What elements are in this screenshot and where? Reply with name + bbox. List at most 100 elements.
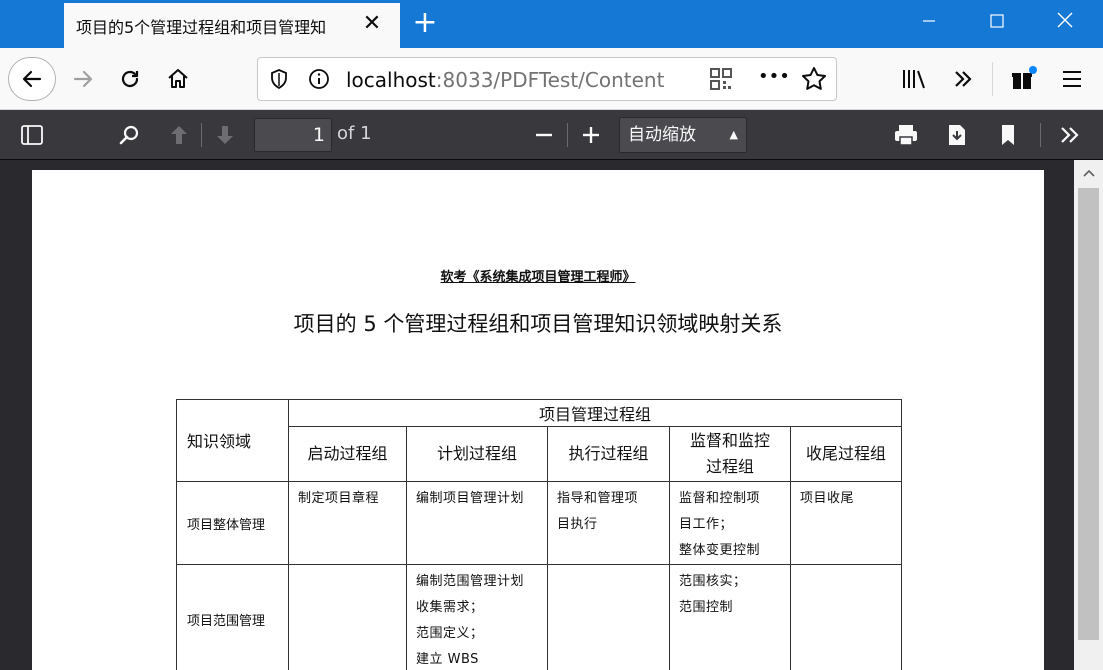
cell-line: 目执行: [557, 517, 598, 532]
column-header-line: 监督和监控 过程组: [670, 428, 790, 480]
table-cell: 编制项目管理计划: [406, 481, 548, 565]
tab-close-icon[interactable]: ✕: [360, 12, 384, 36]
pdf-toolbar: 1 of 1 自动缩放 ▲: [0, 111, 1103, 160]
table-cell: 监督和控制项 目工作； 整体变更控制: [669, 481, 791, 565]
cell-line: 项目收尾: [800, 491, 855, 506]
page-number-input[interactable]: 1: [254, 118, 332, 152]
double-chevron-right-icon: [955, 71, 972, 87]
cell-line: 范围定义；: [416, 626, 484, 641]
row-area: 项目范围管理: [176, 564, 289, 670]
pdf-page: 软考《系统集成项目管理工程师》 项目的 5 个管理过程组和项目管理知识领域映射关…: [32, 170, 1044, 670]
area-header: 知识领域: [176, 399, 289, 482]
cell-line: 监督和控制项: [679, 491, 761, 506]
table-cell: 范围核实； 范围控制: [669, 564, 791, 670]
vertical-scrollbar[interactable]: [1074, 160, 1103, 670]
tab-bar: 项目的5个管理过程组和项目管理知 ✕ +: [0, 0, 1103, 48]
cell-line: 范围控制: [679, 600, 734, 615]
cell-line: 编制项目管理计划: [416, 491, 525, 506]
arrow-down-icon: [217, 126, 233, 144]
zoom-select[interactable]: 自动缩放 ▲: [619, 117, 747, 153]
table-cell: [547, 564, 670, 670]
maximize-icon: [990, 14, 1004, 28]
document-header-text: 软考《系统集成项目管理工程师》: [440, 270, 636, 285]
table-row: 项目整体管理 制定项目章程 编制项目管理计划 指导和管理项 目执行 监督和控制项目…: [176, 481, 902, 565]
table-cell: [790, 564, 902, 670]
printer-icon: [895, 125, 917, 146]
previous-page-button[interactable]: [164, 121, 194, 149]
extension-button[interactable]: [1006, 62, 1040, 96]
table-cell: 编制范围管理计划 收集需求； 范围定义； 建立 WBS: [406, 564, 548, 670]
scroll-up-arrow-icon[interactable]: [1074, 160, 1103, 186]
zoom-in-button[interactable]: [576, 121, 606, 149]
sidebar-icon: [21, 125, 43, 145]
navigation-bar: localhost:8033/PDFTest/Content •••: [0, 48, 1103, 110]
url-text[interactable]: localhost:8033/PDFTest/Content: [346, 68, 666, 92]
bookmark-star-icon[interactable]: [801, 66, 827, 96]
back-button[interactable]: [8, 57, 56, 101]
cell-line: 整体变更控制: [679, 543, 761, 558]
close-window-button[interactable]: [1031, 0, 1099, 48]
document-header: 软考《系统集成项目管理工程师》: [32, 266, 1044, 285]
scrollbar-thumb[interactable]: [1078, 188, 1099, 640]
nav-divider: [992, 62, 993, 96]
column-header: 启动过程组: [288, 426, 407, 482]
home-button[interactable]: [161, 62, 195, 96]
minimize-icon: [923, 20, 935, 22]
reload-button[interactable]: [113, 62, 147, 96]
tab-title: 项目的5个管理过程组和项目管理知: [76, 17, 327, 37]
zoom-out-button[interactable]: [529, 121, 559, 149]
page-actions-icon[interactable]: •••: [758, 66, 790, 87]
cell-line: 收集需求；: [416, 600, 484, 615]
maximize-button[interactable]: [963, 0, 1031, 48]
minus-icon: [536, 133, 552, 137]
tab-active[interactable]: 项目的5个管理过程组和项目管理知 ✕: [64, 3, 400, 48]
library-button[interactable]: [897, 62, 931, 96]
minimize-button[interactable]: [895, 0, 963, 48]
zoom-value: 自动缩放: [628, 125, 696, 145]
new-tab-button[interactable]: +: [410, 7, 440, 41]
menu-button[interactable]: [1055, 62, 1089, 96]
arrow-up-icon: [171, 126, 187, 144]
info-icon[interactable]: [308, 68, 330, 94]
document-title: 项目的 5 个管理过程组和项目管理知识领域映射关系: [293, 312, 783, 336]
print-button[interactable]: [891, 121, 921, 149]
next-page-button[interactable]: [210, 121, 240, 149]
url-bar[interactable]: localhost:8033/PDFTest/Content •••: [257, 57, 837, 101]
gift-icon: [1012, 66, 1037, 89]
page-count-label: of 1: [337, 123, 372, 144]
cell-line: 制定项目章程: [298, 491, 380, 506]
cell-line: 目工作；: [679, 517, 734, 532]
close-icon: [1057, 12, 1073, 28]
column-header-line: 过程组: [705, 457, 754, 477]
arrow-right-icon: [73, 70, 93, 88]
pdf-viewer[interactable]: 软考《系统集成项目管理工程师》 项目的 5 个管理过程组和项目管理知识领域映射关…: [0, 160, 1074, 670]
group-header: 项目管理过程组: [288, 398, 902, 428]
plus-icon: [583, 127, 599, 143]
table-cell: 指导和管理项 目执行: [547, 481, 670, 565]
qr-code-icon[interactable]: [710, 68, 732, 94]
cell-line: 范围核实；: [679, 574, 747, 589]
table-row: 项目范围管理 编制范围管理计划 收集需求； 范围定义； 建立 WBS 范围核实； 范围控…: [176, 564, 902, 670]
shield-icon[interactable]: [268, 68, 290, 94]
download-button[interactable]: [942, 121, 972, 149]
mapping-table: 知识领域 项目管理过程组 启动过程组 计划过程组 执行过程组 监督和监控 过程组 …: [176, 398, 902, 670]
column-header: 收尾过程组: [790, 426, 902, 482]
tools-button[interactable]: [1055, 121, 1085, 149]
home-icon: [168, 69, 188, 88]
overflow-button[interactable]: [946, 62, 980, 96]
cell-line: 建立 WBS: [416, 652, 479, 667]
url-host: localhost: [346, 68, 436, 92]
table-cell: [288, 564, 407, 670]
arrow-left-icon: [22, 70, 42, 88]
hamburger-menu-icon: [1063, 71, 1081, 87]
forward-button[interactable]: [66, 62, 100, 96]
find-button[interactable]: [114, 121, 144, 149]
sidebar-toggle-button[interactable]: [17, 121, 47, 149]
cell-line: 编制范围管理计划: [416, 574, 525, 589]
column-header: 执行过程组: [547, 426, 670, 482]
bookmark-button[interactable]: [993, 121, 1023, 149]
cell-line: 指导和管理项: [557, 491, 639, 506]
reload-icon: [121, 70, 139, 88]
bookmark-icon: [1002, 125, 1014, 145]
download-icon: [949, 125, 965, 145]
